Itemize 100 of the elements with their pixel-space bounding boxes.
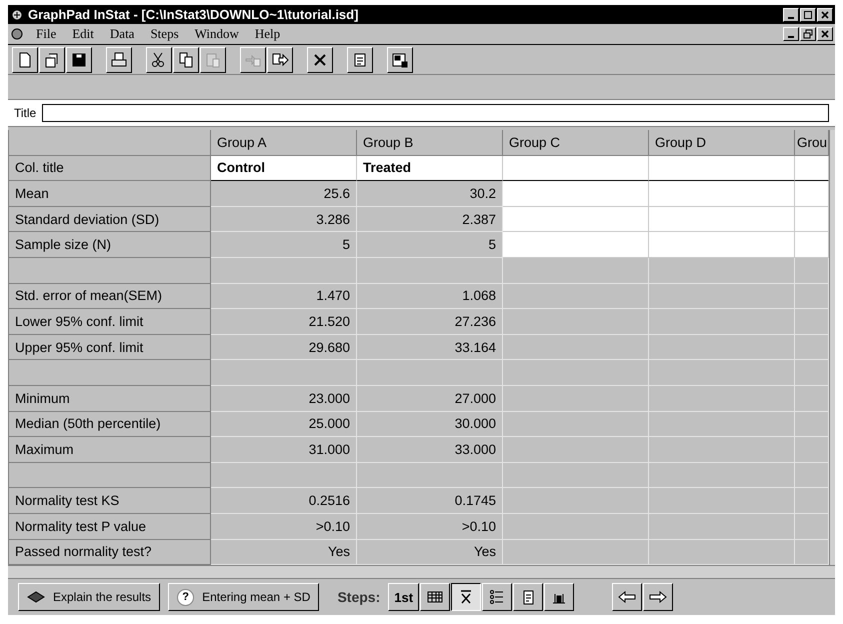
table-cell[interactable]	[649, 181, 795, 207]
explain-results-button[interactable]: Explain the results	[18, 583, 160, 612]
column-title-field[interactable]: Treated	[357, 156, 503, 182]
print-icon	[110, 50, 128, 68]
table-cell[interactable]: 5	[211, 232, 357, 258]
notepad-button[interactable]	[347, 46, 373, 72]
row-label: Normality test KS	[9, 488, 211, 514]
menu-item[interactable]: Data	[102, 26, 142, 42]
table-cell[interactable]	[649, 232, 795, 258]
column-header: Group D	[649, 130, 795, 156]
table-cell: 0.1745	[357, 488, 503, 514]
copy-button[interactable]	[173, 46, 199, 72]
document-step-button[interactable]	[513, 583, 544, 612]
window-title: GraphPad InStat - [C:\InStat3\DOWNLO~1\tutorial.isd]	[28, 7, 358, 22]
horizontal-scrollbar[interactable]	[8, 565, 835, 580]
table-cell	[795, 514, 829, 540]
column-title-field[interactable]	[649, 156, 795, 182]
table-cell[interactable]	[649, 206, 795, 232]
close-icon	[820, 29, 830, 39]
close-button[interactable]	[817, 8, 833, 22]
menu-item[interactable]: Window	[186, 26, 247, 42]
back-button[interactable]	[612, 583, 642, 612]
row-label: Normality test P value	[9, 514, 211, 540]
save-button[interactable]	[66, 46, 92, 72]
vertical-scrollbar[interactable]	[829, 130, 835, 566]
table-cell	[795, 360, 829, 386]
table-cell: 25.000	[211, 412, 357, 438]
table-cell: Yes	[211, 540, 357, 566]
column-header: Group C	[503, 130, 649, 156]
column-header: Group B	[357, 130, 503, 156]
print-button[interactable]	[106, 46, 132, 72]
table-cell[interactable]	[795, 232, 829, 258]
table-cell: 33.000	[357, 437, 503, 463]
close-button[interactable]	[817, 27, 833, 41]
menu-item[interactable]: File	[28, 26, 64, 42]
cut-button[interactable]	[146, 46, 172, 72]
column-title-field[interactable]: Control	[211, 156, 357, 182]
row-label: Lower 95% conf. limit	[9, 309, 211, 335]
list-icon	[489, 589, 506, 606]
table-cell: 27.236	[357, 309, 503, 335]
help-icon: ?	[177, 588, 194, 606]
forward-button[interactable]	[643, 583, 674, 612]
row-label: Mean	[9, 181, 211, 207]
table-cell: 0.2516	[211, 488, 357, 514]
open-file-button[interactable]	[39, 46, 65, 72]
row-label: Minimum	[9, 386, 211, 412]
table-cell[interactable]	[503, 181, 649, 207]
step-button[interactable]: 1st	[388, 583, 420, 612]
table-cell[interactable]: 5	[357, 232, 503, 258]
table-cell: 1.470	[211, 284, 357, 310]
restore-button[interactable]	[800, 27, 816, 41]
help-button[interactable]: ? Entering mean + SD	[168, 583, 320, 612]
table-cell[interactable]	[503, 206, 649, 232]
new-file-button[interactable]	[12, 46, 38, 72]
table-cell: 31.000	[211, 437, 357, 463]
chart-step-button[interactable]	[544, 583, 574, 612]
table-cell: Yes	[357, 540, 503, 566]
table-cell[interactable]	[795, 206, 829, 232]
layout-button[interactable]	[387, 46, 413, 72]
title-label: Title	[14, 106, 36, 120]
column-title-field[interactable]	[795, 156, 829, 182]
table-cell	[795, 437, 829, 463]
table-cell[interactable]: 2.387	[357, 206, 503, 232]
minimize-button[interactable]	[783, 8, 799, 22]
table-step-button[interactable]	[420, 583, 450, 612]
table-cell	[795, 540, 829, 566]
table-cell[interactable]: 3.286	[211, 206, 357, 232]
save-icon	[70, 50, 88, 68]
close-button[interactable]	[307, 46, 333, 72]
table-cell[interactable]	[795, 181, 829, 207]
menu-item[interactable]: Edit	[64, 26, 102, 42]
menu-item[interactable]: Steps	[142, 26, 187, 42]
left-arrow-icon	[618, 591, 636, 604]
table-cell	[795, 309, 829, 335]
minimize-icon	[788, 36, 794, 38]
table-cell: 30.000	[357, 412, 503, 438]
table-cell	[795, 386, 829, 412]
minimize-button[interactable]	[783, 27, 799, 41]
table-cell[interactable]	[503, 232, 649, 258]
row-label: Std. error of mean(SEM)	[9, 284, 211, 310]
table-cell: 29.680	[211, 334, 357, 360]
table-cell	[795, 412, 829, 438]
paste-icon	[204, 50, 222, 68]
right-arrow-icon	[649, 591, 668, 604]
title-field[interactable]	[42, 104, 829, 122]
table-cell[interactable]: 30.2	[357, 181, 503, 207]
row-label: Passed normality test?	[9, 540, 211, 566]
menu-item[interactable]: Help	[246, 26, 288, 42]
export-button[interactable]	[267, 46, 293, 72]
steps-label: Steps:	[337, 589, 380, 606]
table-cell[interactable]: 25.6	[211, 181, 357, 207]
list-step-button[interactable]	[482, 583, 512, 612]
close-icon	[820, 10, 830, 20]
maximize-button[interactable]	[800, 8, 816, 22]
mean-step-button[interactable]	[451, 583, 482, 612]
table-cell: 1.068	[357, 284, 503, 310]
row-label: Maximum	[9, 437, 211, 463]
column-title-field[interactable]	[503, 156, 649, 182]
minimize-icon	[788, 16, 794, 18]
table-cell: 23.000	[211, 386, 357, 412]
